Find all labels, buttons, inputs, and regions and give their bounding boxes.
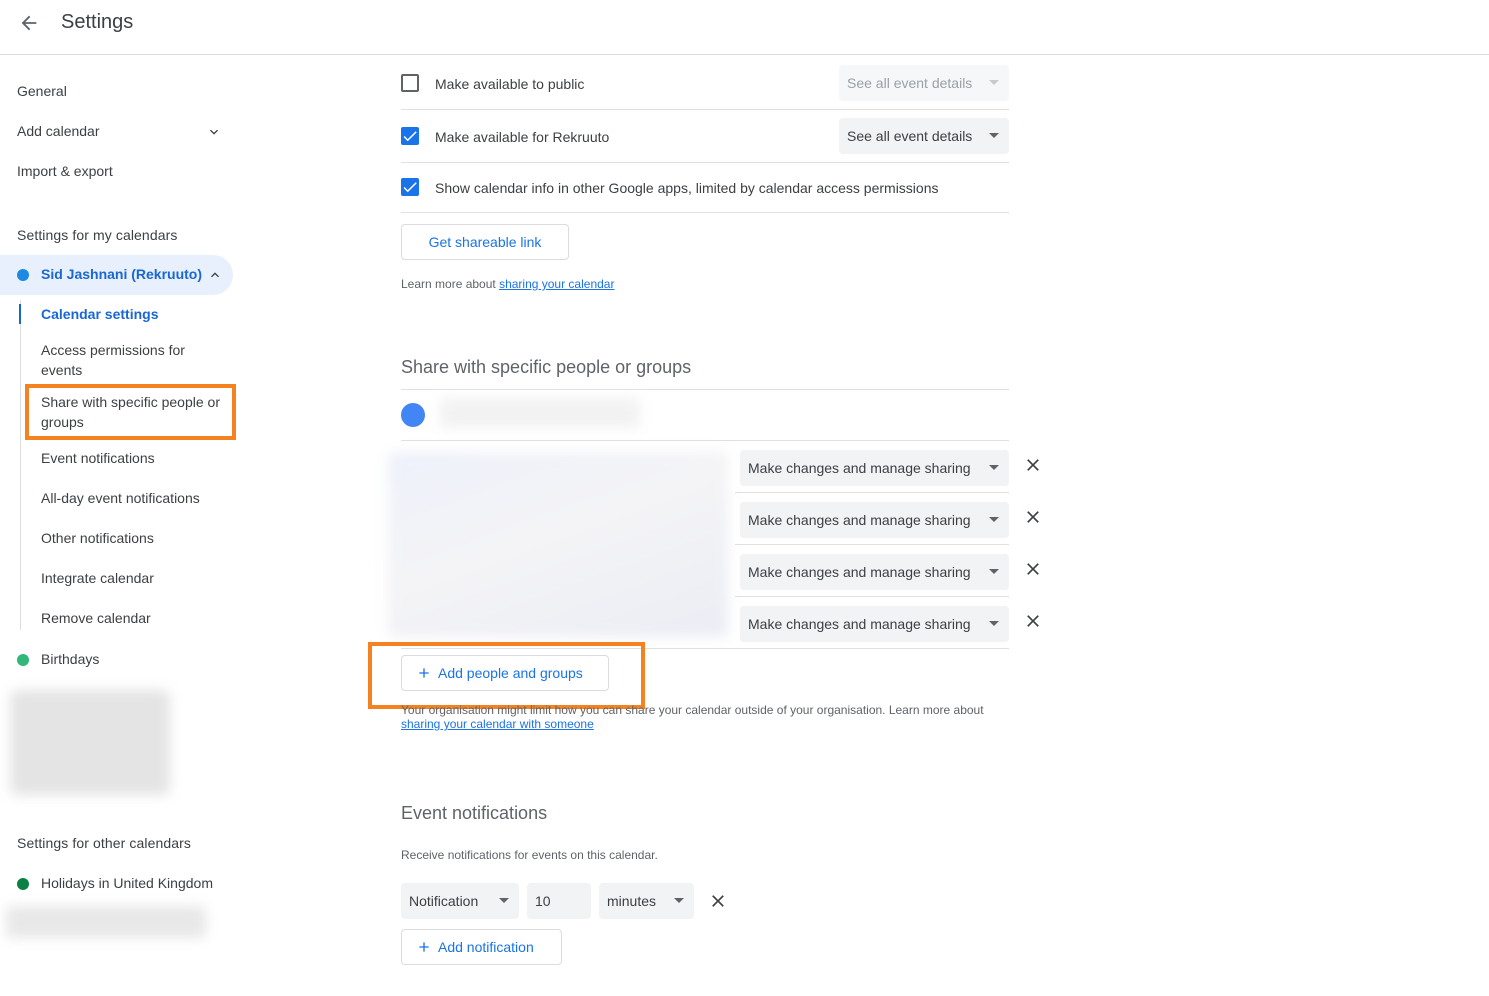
nav-general[interactable]: General — [17, 83, 67, 99]
calendar-name: Holidays in United Kingdom — [41, 875, 213, 891]
dropdown-caret-icon — [499, 898, 509, 903]
select-value: Make changes and manage sharing — [748, 460, 971, 476]
learn-more-prefix: Learn more about — [401, 277, 500, 291]
back-button[interactable] — [14, 8, 44, 38]
page-title: Settings — [61, 11, 134, 33]
event-notifications-description: Receive notifications for events on this… — [401, 848, 658, 862]
dropdown-caret-icon — [989, 517, 999, 522]
notification-unit-select[interactable]: minutes — [599, 883, 694, 919]
close-icon[interactable] — [1023, 507, 1043, 527]
divider — [401, 440, 1009, 441]
close-icon[interactable] — [1023, 611, 1043, 631]
google-apps-checkbox[interactable] — [401, 178, 419, 196]
blurred-calendar-entry — [6, 906, 206, 938]
select-value: Make changes and manage sharing — [748, 512, 971, 528]
subnav-line — [20, 300, 21, 630]
add-notification-button[interactable]: Add notification — [401, 929, 562, 965]
check-icon — [403, 131, 417, 142]
settings-header: Settings — [0, 0, 1489, 55]
person-permission-select-3[interactable]: Make changes and manage sharing — [740, 554, 1009, 590]
blurred-person-name — [440, 398, 640, 428]
calendar-item-active[interactable]: Sid Jashnani (Rekruuto) — [0, 255, 233, 295]
divider — [735, 596, 1009, 597]
divider — [735, 544, 1009, 545]
org-permission-select[interactable]: See all event details — [839, 118, 1009, 154]
select-value: Make changes and manage sharing — [748, 564, 971, 580]
close-icon[interactable] — [1023, 559, 1043, 579]
sharing-with-someone-link[interactable]: sharing your calendar with someone — [401, 717, 594, 731]
plus-icon — [419, 668, 429, 678]
notification-amount-input[interactable] — [527, 883, 591, 919]
dropdown-caret-icon — [989, 465, 999, 470]
nav-add-calendar[interactable]: Add calendar — [17, 123, 100, 139]
get-shareable-link-button[interactable]: Get shareable link — [401, 224, 569, 260]
divider — [401, 162, 1009, 163]
public-label: Make available to public — [435, 76, 585, 92]
subnav-remove-calendar[interactable]: Remove calendar — [41, 608, 221, 628]
sharing-calendar-link[interactable]: sharing your calendar — [499, 277, 614, 291]
close-icon[interactable] — [1023, 455, 1043, 475]
calendar-color-dot — [17, 654, 29, 666]
subnav-other-notifications[interactable]: Other notifications — [41, 528, 221, 548]
dropdown-caret-icon — [989, 80, 999, 85]
divider — [735, 492, 1009, 493]
chevron-up-icon[interactable] — [207, 267, 223, 283]
select-value: minutes — [607, 893, 657, 909]
button-label: Add notification — [438, 939, 534, 955]
google-apps-label: Show calendar info in other Google apps,… — [435, 180, 939, 196]
select-value: See all event details — [847, 128, 973, 144]
subnav-active-indicator — [19, 304, 21, 324]
person-permission-select-4[interactable]: Make changes and manage sharing — [740, 606, 1009, 642]
blurred-calendar-list — [10, 690, 170, 795]
public-checkbox[interactable] — [401, 74, 419, 92]
notification-type-select[interactable]: Notification — [401, 883, 519, 919]
share-section-title: Share with specific people or groups — [401, 357, 692, 377]
learn-more-sharing-text: Learn more about sharing your calendar — [401, 277, 614, 291]
divider — [401, 109, 1009, 110]
plus-icon — [419, 942, 429, 952]
avatar — [401, 403, 425, 427]
select-value: See all event details — [847, 75, 973, 91]
select-value: Notification — [409, 893, 479, 909]
divider — [401, 389, 1009, 390]
other-calendars-heading: Settings for other calendars — [17, 835, 192, 851]
subnav-integrate-calendar[interactable]: Integrate calendar — [41, 568, 221, 588]
calendar-name: Birthdays — [41, 651, 100, 667]
settings-sidebar — [0, 56, 240, 996]
divider — [401, 212, 1009, 213]
chevron-down-icon[interactable] — [206, 124, 222, 140]
subnav-event-notifications[interactable]: Event notifications — [41, 448, 221, 468]
calendar-color-dot — [17, 878, 29, 890]
dropdown-caret-icon — [989, 133, 999, 138]
dropdown-caret-icon — [989, 621, 999, 626]
close-icon[interactable] — [708, 891, 728, 911]
event-notifications-title: Event notifications — [401, 803, 548, 823]
org-checkbox[interactable] — [401, 127, 419, 145]
org-label: Make available for Rekruuto — [435, 129, 610, 145]
subnav-access-permissions[interactable]: Access permissions for events — [41, 340, 221, 380]
nav-import-export[interactable]: Import & export — [17, 163, 113, 179]
subnav-share-specific[interactable]: Share with specific people or groups — [41, 392, 221, 432]
select-value: Make changes and manage sharing — [748, 616, 971, 632]
blurred-people-list — [388, 452, 728, 637]
share-note: Your organisation might limit how you ca… — [401, 703, 1001, 731]
divider — [401, 648, 1009, 649]
check-icon — [403, 182, 417, 193]
calendar-name: Sid Jashnani (Rekruuto) — [41, 266, 203, 282]
button-label: Add people and groups — [438, 665, 583, 681]
subnav-calendar-settings[interactable]: Calendar settings — [41, 304, 221, 324]
share-note-text: Your organisation might limit how you ca… — [401, 703, 984, 717]
arrow-back-icon — [21, 15, 37, 31]
public-permission-select[interactable]: See all event details — [839, 65, 1009, 101]
dropdown-caret-icon — [674, 898, 684, 903]
my-calendars-heading: Settings for my calendars — [17, 227, 178, 243]
calendar-color-dot — [17, 269, 29, 281]
add-people-and-groups-button[interactable]: Add people and groups — [401, 655, 609, 691]
subnav-all-day-notifications[interactable]: All-day event notifications — [41, 488, 221, 508]
dropdown-caret-icon — [989, 569, 999, 574]
person-permission-select-2[interactable]: Make changes and manage sharing — [740, 502, 1009, 538]
person-permission-select-1[interactable]: Make changes and manage sharing — [740, 450, 1009, 486]
